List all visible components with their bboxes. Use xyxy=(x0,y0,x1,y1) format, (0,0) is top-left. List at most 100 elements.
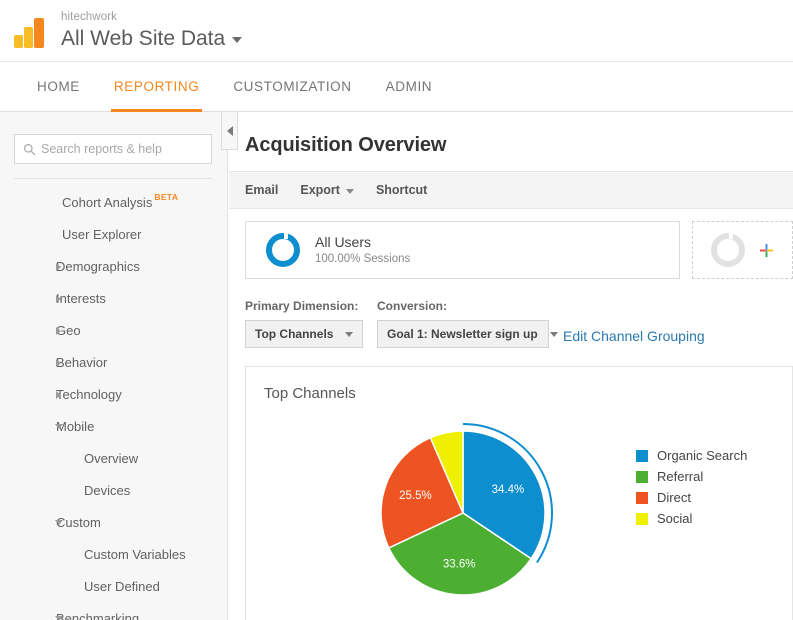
segment-title: All Users xyxy=(315,233,372,250)
sidebar-item-geo[interactable]: Geo xyxy=(0,314,227,346)
sidebar-item-interests[interactable]: Interests xyxy=(0,282,227,314)
email-label: Email xyxy=(245,183,279,197)
sidebar-item-label: Behavior xyxy=(56,354,108,370)
segment-subtitle: 100.00% Sessions xyxy=(315,252,411,265)
chevron-right-icon xyxy=(56,359,61,367)
sidebar-item-label: Technology xyxy=(56,386,122,402)
segment-row: All Users 100.00% Sessions xyxy=(229,209,793,279)
main-navigation: HOME REPORTING CUSTOMIZATION ADMIN xyxy=(0,62,793,112)
pie-chart[interactable]: 34.4% 33.6% 25.5% xyxy=(358,408,568,618)
brand-bar: hitechwork All Web Site Data xyxy=(0,0,793,62)
tab-home[interactable]: HOME xyxy=(20,62,97,111)
beta-badge: BETA xyxy=(154,192,179,202)
sidebar-item-label: Benchmarking xyxy=(56,610,140,620)
chart-title: Top Channels xyxy=(264,385,356,402)
shortcut-button[interactable]: Shortcut xyxy=(376,183,427,197)
sidebar-item-mobile[interactable]: Mobile xyxy=(0,410,227,442)
chevron-down-icon xyxy=(345,188,354,194)
sidebar: Cohort AnalysisBETA User Explorer Demograp… xyxy=(0,112,228,620)
top-channels-panel: Top Channels 34.4% 33.6% 25.5% Organic Sea… xyxy=(245,366,793,620)
pie-slice-value-label: 33.6% xyxy=(443,559,476,571)
chevron-right-icon xyxy=(56,327,61,335)
segment-all-users[interactable]: All Users 100.00% Sessions xyxy=(245,221,680,279)
chevron-right-icon xyxy=(56,263,61,271)
sidebar-item-custom[interactable]: Custom xyxy=(0,506,227,538)
tab-customization[interactable]: CUSTOMIZATION xyxy=(216,62,368,111)
tab-reporting[interactable]: REPORTING xyxy=(97,62,216,112)
chevron-left-icon xyxy=(226,125,233,136)
chevron-right-icon xyxy=(56,295,61,303)
view-selector[interactable]: All Web Site Data xyxy=(61,26,243,50)
sidebar-item-label: Demographics xyxy=(56,258,140,274)
pie-slice-value-label: 34.4% xyxy=(492,484,525,496)
legend-swatch-icon xyxy=(636,512,648,525)
sidebar-item-label: Cohort Analysis xyxy=(62,194,153,210)
sidebar-item-cohort-analysis[interactable]: Cohort Analysis BETA xyxy=(0,186,227,218)
empty-donut-icon xyxy=(710,233,745,267)
conversion-label: Conversion: xyxy=(377,299,448,313)
sidebar-item-user-explorer[interactable]: User Explorer xyxy=(0,218,227,250)
chart-legend: Organic Search Referral Direct Social xyxy=(636,448,747,526)
chevron-down-icon xyxy=(232,37,243,44)
primary-dimension-group: Primary Dimension: Top Channels xyxy=(245,299,363,348)
primary-dimension-select[interactable]: Top Channels xyxy=(245,320,363,348)
conversion-group: Conversion: Goal 1: Newsletter sign up xyxy=(377,299,558,348)
content-area: Acquisition Overview Email Export Shortc… xyxy=(229,112,793,620)
sidebar-search-wrapper xyxy=(0,112,227,176)
legend-item[interactable]: Social xyxy=(636,511,747,526)
sidebar-item-custom-variables[interactable]: Custom Variables xyxy=(0,538,227,570)
chevron-down-icon xyxy=(55,520,63,525)
legend-label: Social xyxy=(657,511,693,526)
sidebar-item-overview[interactable]: Overview xyxy=(0,442,227,474)
chevron-right-icon xyxy=(56,391,61,399)
segment-text: All Users 100.00% Sessions xyxy=(315,233,410,267)
legend-label: Organic Search xyxy=(657,448,748,463)
search-input[interactable] xyxy=(36,142,211,156)
sidebar-item-demographics[interactable]: Demographics xyxy=(0,250,227,282)
sidebar-item-technology[interactable]: Technology xyxy=(0,378,227,410)
chevron-down-icon xyxy=(549,331,558,337)
legend-item[interactable]: Referral xyxy=(636,469,747,484)
legend-item[interactable]: Organic Search xyxy=(636,448,747,463)
plus-icon xyxy=(759,243,773,257)
search-icon xyxy=(23,143,36,155)
sidebar-item-benchmarking[interactable]: Benchmarking xyxy=(0,602,227,620)
legend-swatch-icon xyxy=(636,470,648,483)
sidebar-nav-list: Cohort Analysis BETA User Explorer Demograp… xyxy=(0,179,227,620)
sidebar-item-user-defined[interactable]: User Defined xyxy=(0,570,227,602)
email-button[interactable]: Email xyxy=(245,183,278,197)
shortcut-label: Shortcut xyxy=(375,183,428,197)
google-analytics-logo-icon xyxy=(14,14,48,48)
chevron-down-icon xyxy=(345,331,354,337)
view-name-label: All Web Site Data xyxy=(61,26,226,50)
add-segment-button[interactable] xyxy=(691,221,793,279)
action-bar: Email Export Shortcut xyxy=(229,171,793,209)
account-name: hitechwork xyxy=(61,11,117,24)
sidebar-item-label: User Defined xyxy=(84,578,160,594)
legend-item[interactable]: Direct xyxy=(636,490,747,505)
dimension-row: Primary Dimension: Top Channels Conversi… xyxy=(229,279,793,348)
chevron-down-icon xyxy=(55,616,63,620)
primary-dimension-label: Primary Dimension: xyxy=(245,299,359,313)
tab-admin[interactable]: ADMIN xyxy=(369,62,450,111)
sidebar-item-label: Custom Variables xyxy=(84,546,186,562)
chevron-down-icon xyxy=(55,424,63,429)
sidebar-item-label: User Explorer xyxy=(62,226,142,242)
sidebar-collapse-button[interactable] xyxy=(221,112,238,150)
pie-slice-value-label: 25.5% xyxy=(399,490,432,502)
edit-channel-grouping-link[interactable]: Edit Channel Grouping xyxy=(563,328,705,348)
segment-donut-icon xyxy=(266,233,300,267)
sidebar-item-devices[interactable]: Devices xyxy=(0,474,227,506)
analytics-app: hitechwork All Web Site Data HOME REPORT… xyxy=(0,0,793,620)
legend-swatch-icon xyxy=(636,491,648,504)
sidebar-item-label: Overview xyxy=(84,450,139,466)
export-label: Export xyxy=(300,183,340,197)
export-button[interactable]: Export xyxy=(300,183,354,197)
primary-dimension-value: Top Channels xyxy=(255,327,334,341)
legend-swatch-icon xyxy=(636,449,648,462)
legend-label: Referral xyxy=(657,469,704,484)
search-box[interactable] xyxy=(14,134,212,164)
legend-label: Direct xyxy=(657,490,691,505)
sidebar-item-behavior[interactable]: Behavior xyxy=(0,346,227,378)
conversion-select[interactable]: Goal 1: Newsletter sign up xyxy=(377,320,558,348)
